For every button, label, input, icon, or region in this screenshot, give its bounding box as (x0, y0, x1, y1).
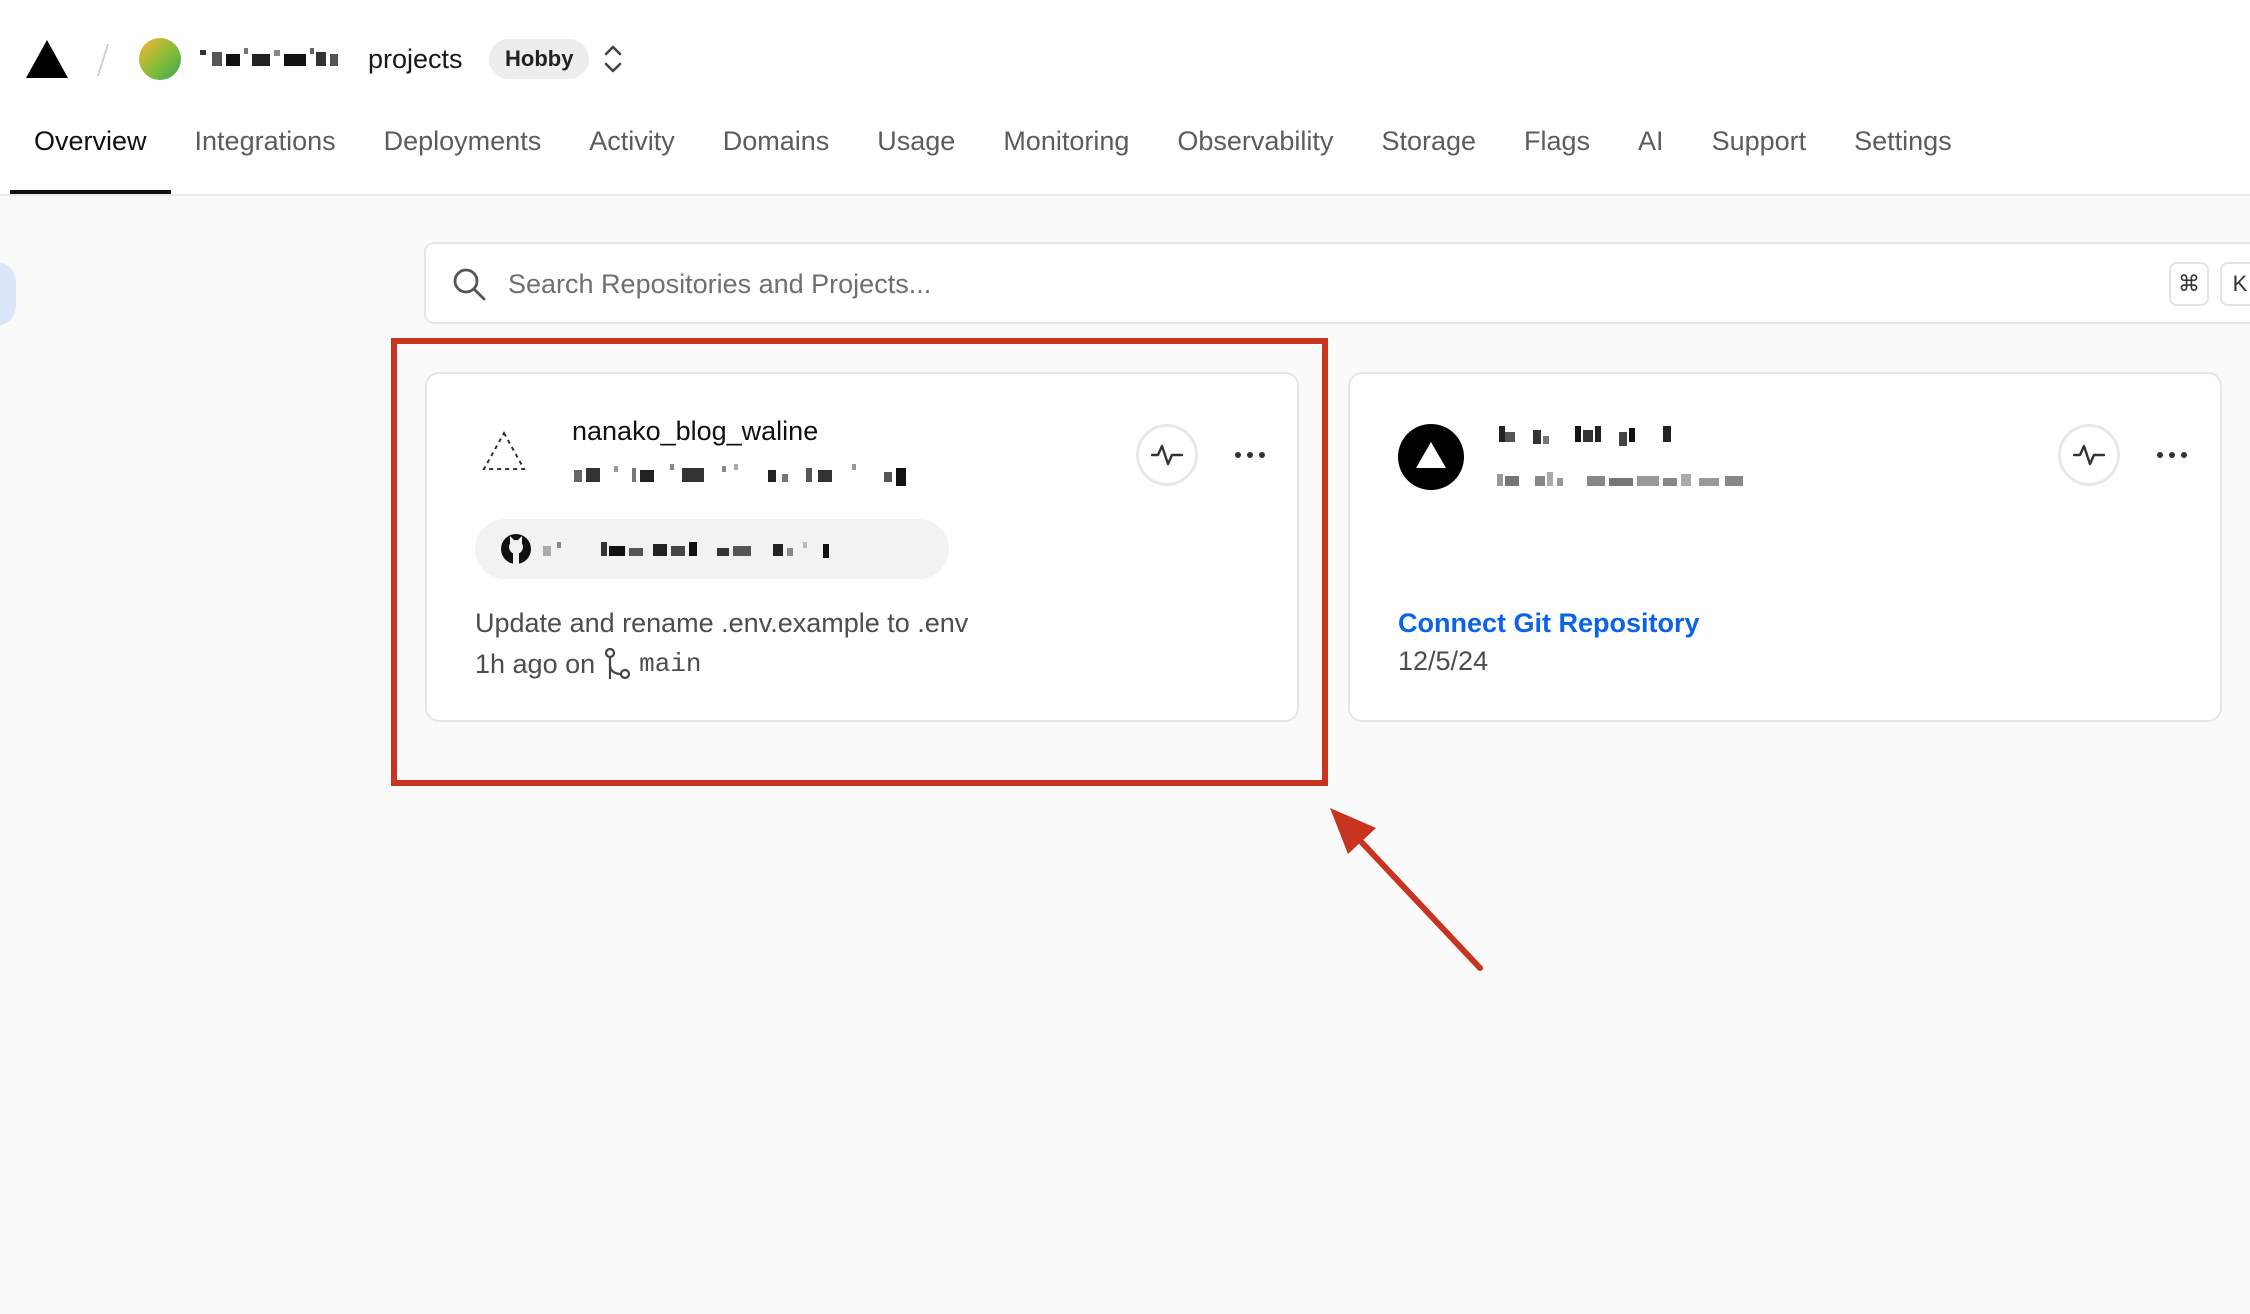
project-card[interactable]: nanako_blog_waline Update and rename .en… (425, 372, 1299, 722)
more-options-button[interactable] (1228, 433, 1272, 477)
tab-integrations[interactable]: Integrations (171, 126, 360, 192)
branch-name[interactable]: main (639, 649, 701, 679)
tab-flags[interactable]: Flags (1500, 126, 1614, 192)
project-card[interactable]: Connect Git Repository 12/5/24 (1348, 372, 2222, 722)
commit-meta: 1h ago on main (475, 646, 702, 682)
search-icon (453, 268, 486, 301)
activity-pulse-icon (1151, 444, 1183, 466)
ellipsis-icon (2157, 452, 2187, 458)
tab-usage[interactable]: Usage (853, 126, 979, 192)
tab-storage[interactable]: Storage (1357, 126, 1500, 192)
repository-link[interactable] (475, 519, 949, 579)
tab-deployments[interactable]: Deployments (360, 126, 566, 192)
redacted-project-url (1497, 472, 1743, 486)
last-commit-message[interactable]: Update and rename .env.example to .env (475, 608, 968, 639)
tab-observability[interactable]: Observability (1153, 126, 1357, 192)
top-navigation: projects Hobby Overview Integrations Dep… (0, 0, 2250, 196)
project-placeholder-triangle-icon (482, 430, 526, 470)
breadcrumb-separator-icon (97, 43, 109, 77)
search-bar: ⌘ K (424, 242, 2250, 324)
github-icon (501, 534, 531, 564)
tab-bar: Overview Integrations Deployments Activi… (10, 126, 1976, 194)
plan-badge: Hobby (489, 39, 590, 79)
project-name[interactable]: nanako_blog_waline (572, 416, 818, 447)
tab-overview[interactable]: Overview (10, 126, 171, 194)
tab-monitoring[interactable]: Monitoring (979, 126, 1153, 192)
connect-git-repository-link[interactable]: Connect Git Repository (1398, 608, 1700, 639)
tab-domains[interactable]: Domains (699, 126, 854, 192)
redacted-repository-name (543, 542, 829, 558)
redacted-project-url (574, 464, 906, 486)
activity-pulse-icon (2073, 444, 2105, 466)
project-date: 12/5/24 (1398, 646, 1489, 676)
sidebar-toggle[interactable] (0, 262, 16, 326)
team-name-suffix: projects (368, 43, 463, 74)
ellipsis-icon (1235, 452, 1265, 458)
tab-ai[interactable]: AI (1614, 126, 1688, 192)
team-avatar[interactable] (139, 38, 181, 80)
annotation-arrow-icon (1330, 808, 1483, 971)
shortcut-key-k: K (2220, 262, 2250, 306)
team-name[interactable]: projects (198, 38, 463, 80)
vercel-logo-icon[interactable] (24, 38, 70, 80)
project-avatar-vercel-icon (1398, 424, 1464, 490)
activity-button[interactable] (1136, 424, 1198, 486)
redacted-project-name[interactable] (1495, 420, 1695, 450)
tab-settings[interactable]: Settings (1830, 126, 1976, 192)
commit-time: 1h ago on (475, 648, 596, 679)
team-switcher-chevrons-icon[interactable] (600, 40, 626, 78)
tab-support[interactable]: Support (1688, 126, 1831, 192)
shortcut-key-command: ⌘ (2169, 262, 2209, 306)
tab-activity[interactable]: Activity (565, 126, 699, 192)
search-input[interactable] (506, 260, 1810, 308)
activity-button[interactable] (2058, 424, 2120, 486)
more-options-button[interactable] (2150, 433, 2194, 477)
git-branch-icon (605, 647, 631, 680)
redacted-team-name (200, 48, 338, 66)
